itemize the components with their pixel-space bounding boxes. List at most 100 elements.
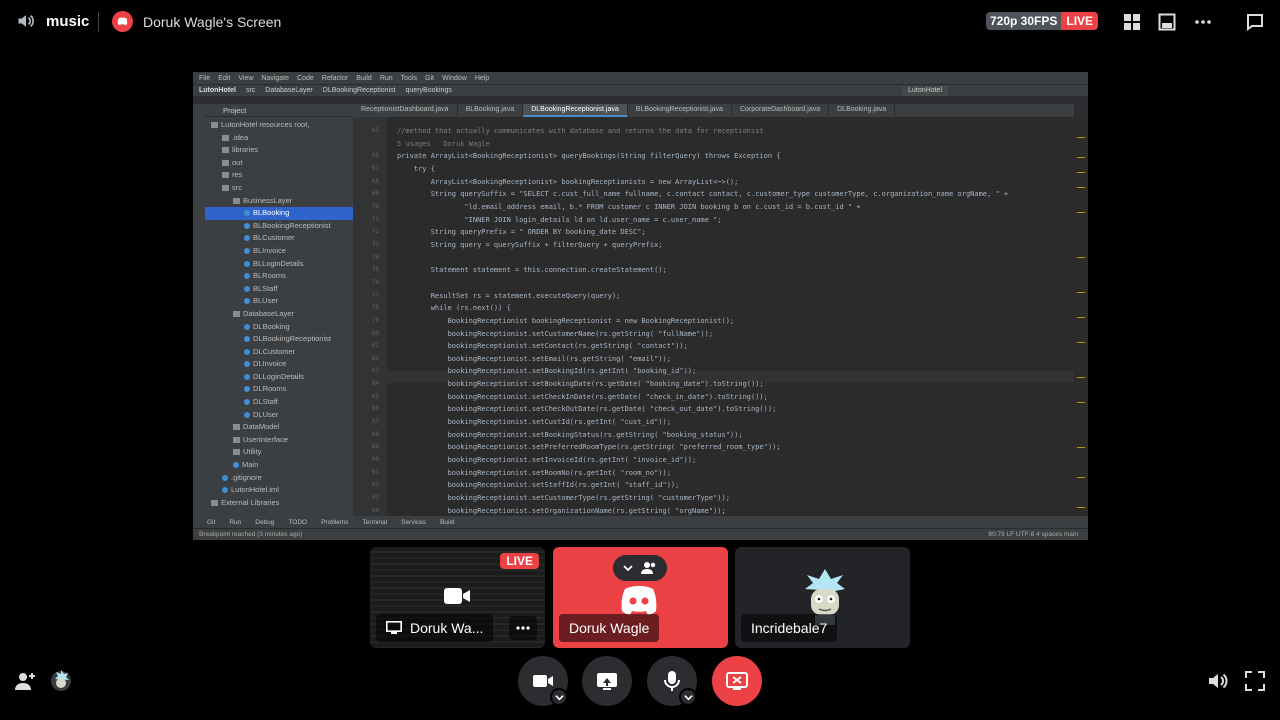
fullscreen-icon[interactable] (1244, 670, 1266, 692)
add-user-icon[interactable] (14, 670, 36, 692)
chat-button[interactable] (1244, 11, 1266, 33)
tree-folder[interactable]: out (205, 157, 353, 170)
tool-window-tab[interactable]: Git (207, 519, 215, 526)
tool-window-tab[interactable]: Terminal (363, 519, 388, 526)
editor-tab[interactable]: CorporateDashboard.java (732, 104, 830, 117)
tree-file[interactable]: BLStaff (205, 283, 353, 296)
tool-window-tab[interactable]: Problems (321, 519, 348, 526)
tree-file[interactable]: BLCustomer (205, 232, 353, 245)
ide-menu-item[interactable]: Git (425, 75, 434, 82)
tree-folder[interactable]: src (205, 182, 353, 195)
tool-window-tab[interactable]: TODO (288, 519, 307, 526)
tree-file[interactable]: DLInvoice (205, 358, 353, 371)
microphone-options-caret[interactable] (679, 688, 697, 706)
code-line: bookingReceptionist.setBookingStatus(rs.… (397, 430, 743, 439)
ide-left-strip (193, 104, 205, 516)
tree-file[interactable]: BLLoginDetails (205, 258, 353, 271)
tile-doruk-wagle[interactable]: Doruk Wagle (553, 547, 728, 648)
tree-folder[interactable]: DataModel (205, 421, 353, 434)
breadcrumb-item[interactable]: DatabaseLayer (265, 87, 312, 94)
tree-folder[interactable]: UserInterface (205, 434, 353, 447)
tree-folder[interactable]: External Libraries (205, 497, 353, 510)
tree-file[interactable]: DLStaff (205, 396, 353, 409)
editor-tab[interactable]: BLBookingReceptionist.java (628, 104, 732, 117)
tree-file[interactable]: Main (205, 459, 353, 472)
screen-share-button[interactable] (582, 656, 632, 706)
tree-file[interactable]: BLRooms (205, 270, 353, 283)
tree-folder[interactable]: Utility (205, 446, 353, 459)
tree-file[interactable]: LutonHotel.iml (205, 484, 353, 497)
code-line: bookingReceptionist.setContact(rs.getStr… (397, 342, 688, 351)
code-line: private ArrayList<BookingReceptionist> q… (397, 152, 781, 161)
breadcrumb-item[interactable]: LutonHotel (199, 87, 236, 94)
shared-screen[interactable]: File Edit View Navigate Code Refactor Build Run… (193, 72, 1088, 540)
voice-channel[interactable]: music (16, 11, 89, 31)
tree-label: DLRooms (253, 384, 287, 394)
breadcrumb-item[interactable]: DLBookingReceptionist (323, 87, 396, 94)
grid-layout-button[interactable] (1121, 11, 1143, 33)
tree-file[interactable]: BLBooking (205, 207, 353, 220)
ide-menu-item[interactable]: Help (475, 75, 489, 82)
tool-window-tab[interactable]: Build (440, 519, 454, 526)
tile-screen-share[interactable]: LIVE Doruk Wa... (370, 547, 545, 648)
popout-icon (1158, 13, 1176, 31)
tree-file[interactable]: DLUser (205, 409, 353, 422)
tree-file[interactable]: DLBookingReceptionist (205, 333, 353, 346)
tree-file[interactable]: DLLoginDetails (205, 371, 353, 384)
ide-menu-item[interactable]: Window (442, 75, 467, 82)
tree-label: DLLoginDetails (253, 371, 304, 381)
tree-folder[interactable]: res (205, 169, 353, 182)
more-options-button[interactable] (1192, 11, 1214, 33)
tool-window-tab[interactable]: Debug (255, 519, 274, 526)
activity-avatar-icon[interactable] (50, 670, 72, 692)
camera-options-caret[interactable] (550, 688, 568, 706)
tree-file[interactable]: BLBookingReceptionist (205, 220, 353, 233)
breadcrumb-item[interactable]: src (246, 87, 255, 94)
ide-menu-item[interactable]: Navigate (261, 75, 289, 82)
tree-folder[interactable]: BusinessLayer (205, 195, 353, 208)
ide-menu-item[interactable]: Edit (218, 75, 230, 82)
ide-menu-item[interactable]: View (238, 75, 253, 82)
users-icon (641, 562, 656, 574)
folder-icon (222, 159, 229, 166)
tile-name-pill: Doruk Wagle (559, 614, 660, 642)
warning-marker (1077, 342, 1085, 343)
ide-menu-item[interactable]: Refactor (322, 75, 348, 82)
tree-folder[interactable]: DatabaseLayer (205, 308, 353, 321)
warning-marker (1077, 257, 1085, 258)
speaker-icon (18, 14, 34, 28)
tile-incridebale7[interactable]: Incridebale7 (735, 547, 910, 648)
tree-folder[interactable]: LutonHotel resources root, (205, 119, 353, 132)
ide-menu-item[interactable]: Code (297, 75, 314, 82)
tree-file[interactable]: DLBooking (205, 321, 353, 334)
editor-tab[interactable]: DLBooking.java (829, 104, 896, 117)
code-line: bookingReceptionist.setInvoiceId(rs.getI… (397, 456, 697, 465)
ide-menu-item[interactable]: Tools (401, 75, 417, 82)
editor-tab[interactable]: ReceptionistDashboard.java (353, 104, 458, 117)
tree-label: Main (242, 460, 259, 470)
tree-folder[interactable]: libraries (205, 144, 353, 157)
ide-menu-item[interactable]: Run (380, 75, 393, 82)
popout-button[interactable] (1156, 11, 1178, 33)
editor-tab[interactable]: DLBookingReceptionist.java (523, 104, 628, 117)
breadcrumb-item[interactable]: queryBookings (406, 87, 452, 94)
tree-file[interactable]: DLCustomer (205, 346, 353, 359)
ide-menu-item[interactable]: File (199, 75, 210, 82)
tree-file[interactable]: .gitignore (205, 472, 353, 485)
volume-icon[interactable] (1207, 670, 1229, 692)
stop-streaming-button[interactable] (712, 656, 762, 706)
tile-more-button[interactable] (509, 616, 537, 640)
tree-file[interactable]: BLUser (205, 295, 353, 308)
tool-window-tab[interactable]: Services (401, 519, 426, 526)
line-numbers: 65 66 67 68 69 70 71 72 73 74 75 76 77 7… (371, 127, 379, 514)
tool-window-tab[interactable]: Run (229, 519, 241, 526)
live-badge: LIVE (500, 553, 539, 569)
top-bar: music Doruk Wagle's Screen 720p 30FPS LI… (0, 0, 1280, 44)
tree-file[interactable]: BLInvoice (205, 245, 353, 258)
camera-icon (444, 588, 470, 604)
tree-folder[interactable]: .idea (205, 132, 353, 145)
java-class-icon (244, 386, 250, 393)
ide-menu-item[interactable]: Build (356, 75, 372, 82)
tree-file[interactable]: DLRooms (205, 383, 353, 396)
editor-tab[interactable]: BLBooking.java (458, 104, 524, 117)
